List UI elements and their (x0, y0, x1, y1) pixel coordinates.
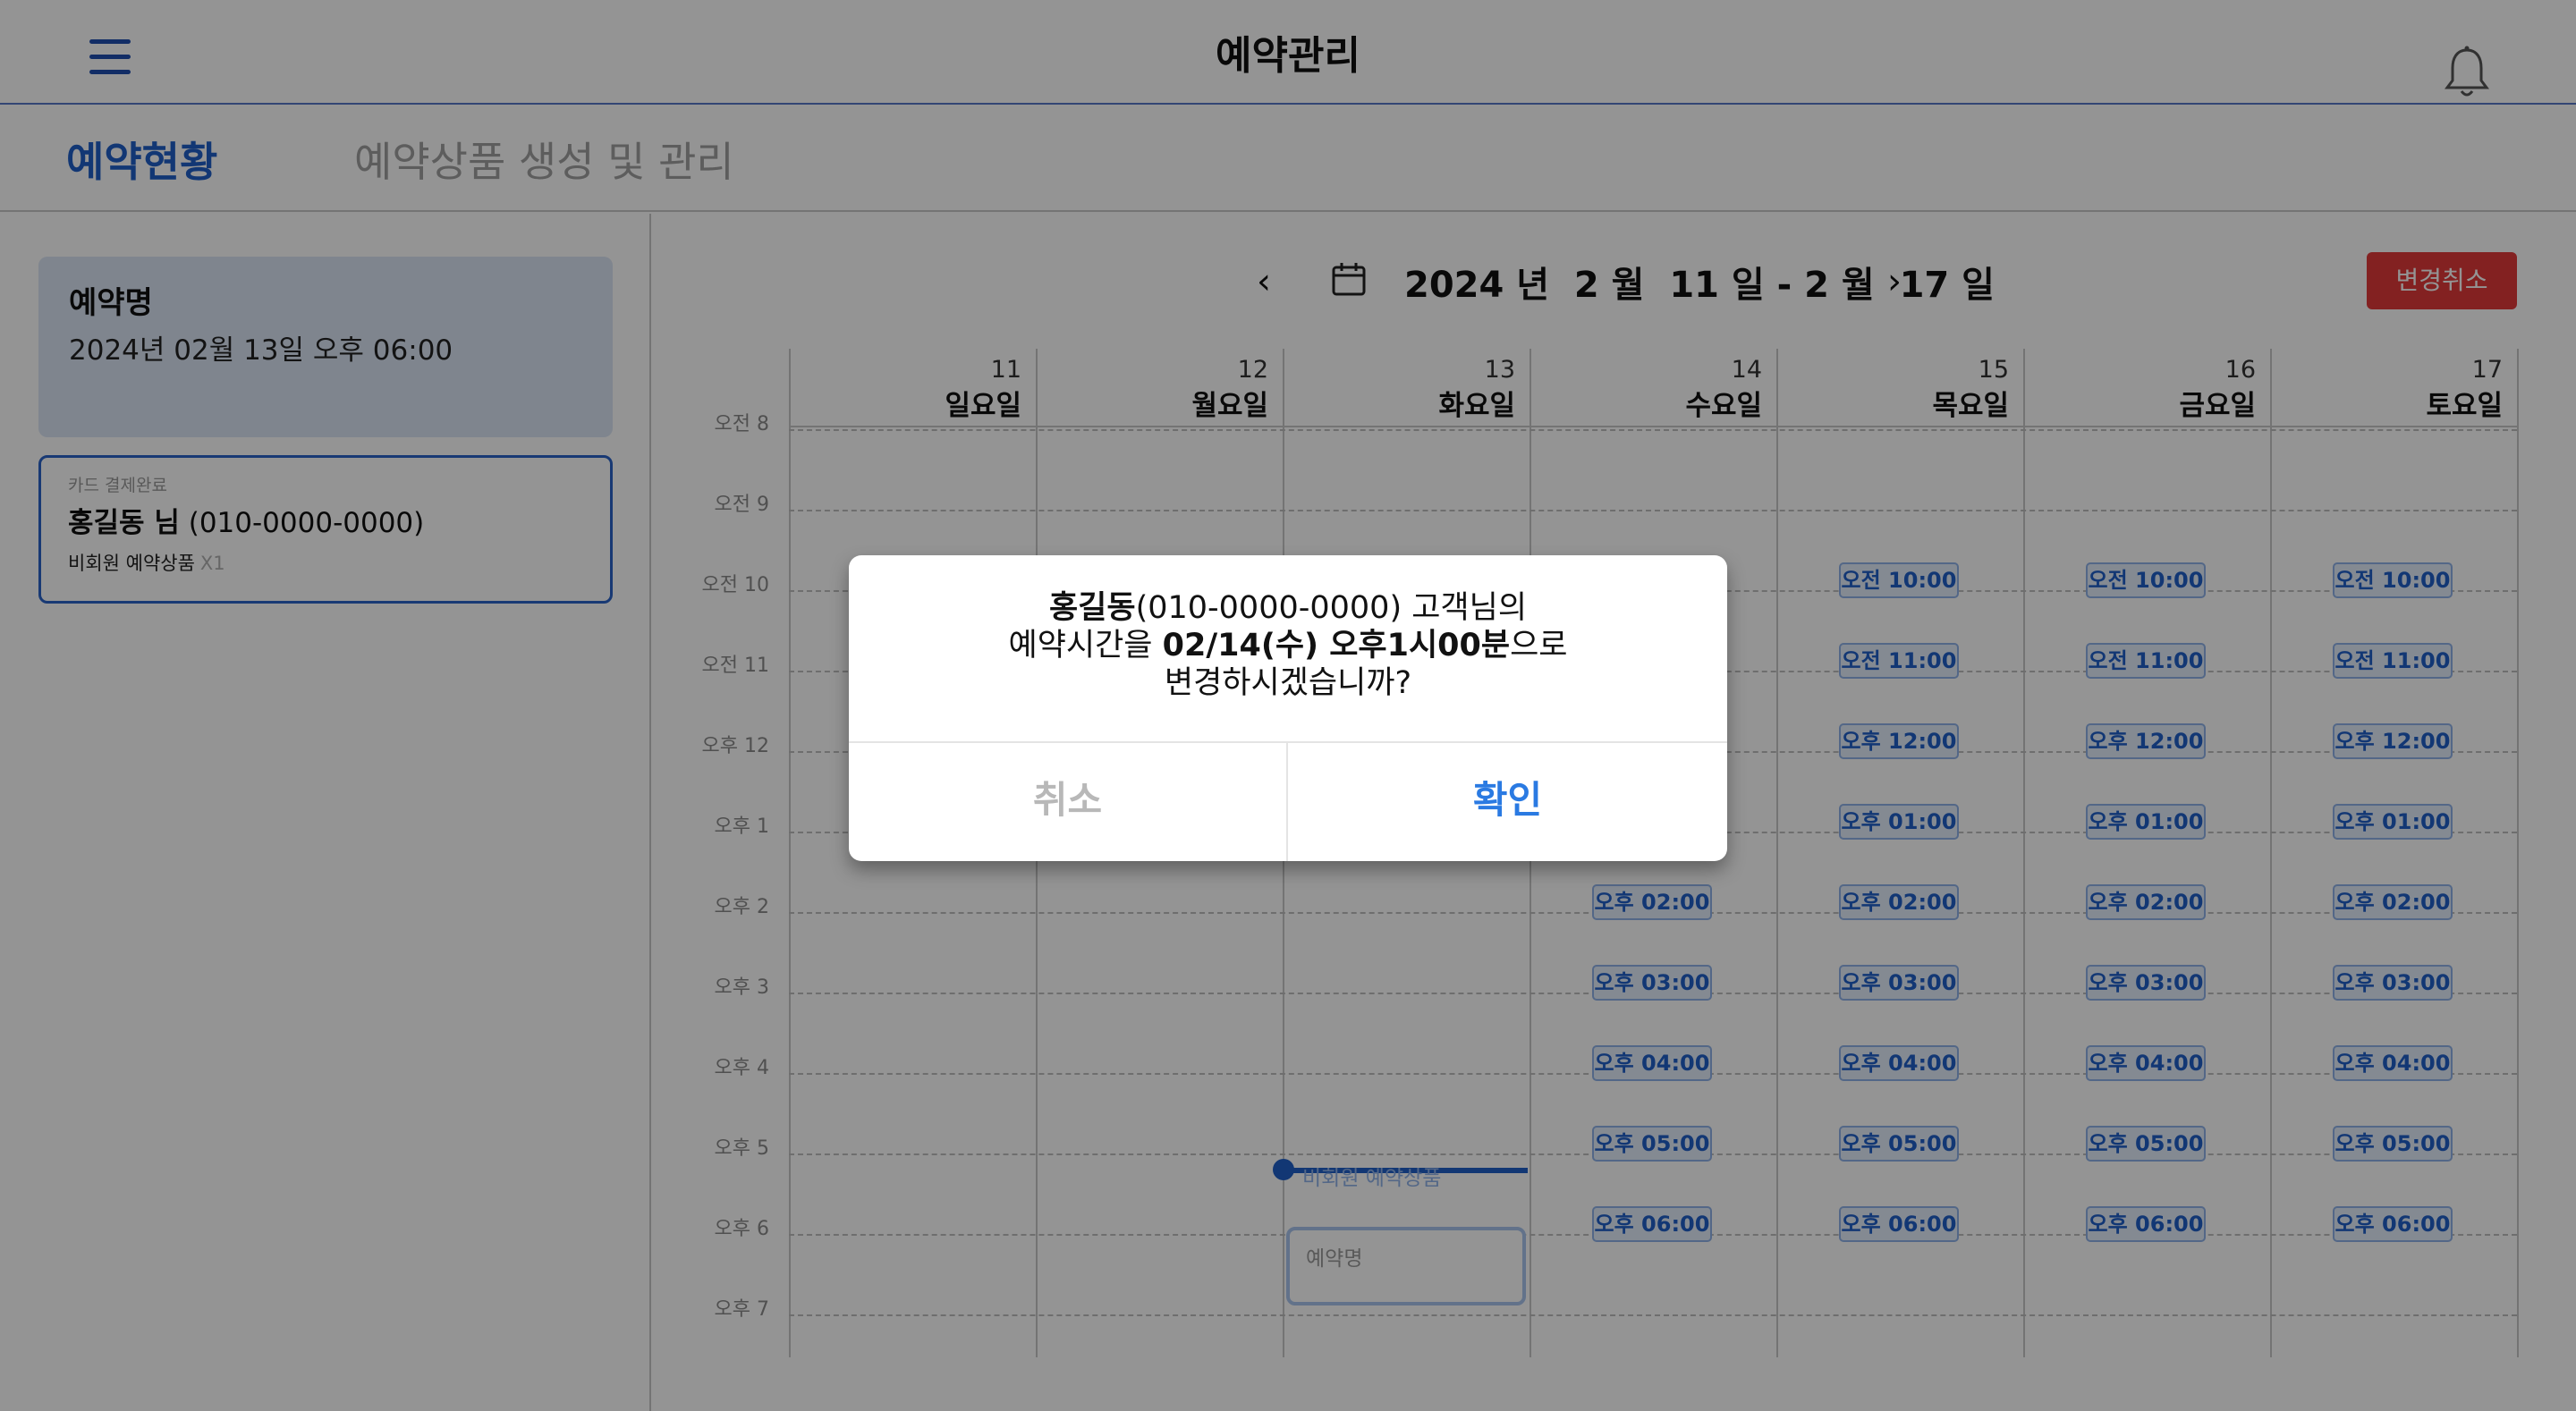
dialog-confirm-button[interactable]: 확인 (1288, 743, 1727, 861)
dialog-customer-phone: (010-0000-0000) 고객님의 (1135, 590, 1528, 626)
dialog-cancel-button[interactable]: 취소 (849, 743, 1288, 861)
dialog-customer-name: 홍길동 (1048, 590, 1136, 626)
dialog-message: 홍길동(010-0000-0000) 고객님의 예약시간을 02/14(수) 오… (849, 589, 1727, 702)
confirm-dialog: 홍길동(010-0000-0000) 고객님의 예약시간을 02/14(수) 오… (849, 555, 1727, 861)
dialog-line-3: 변경하시겠습니까? (1164, 665, 1412, 701)
dialog-line-2-suffix: 으로 (1510, 628, 1568, 663)
dialog-line-2: 예약시간을 02/14(수) 오후1시00분으로 (849, 627, 1727, 664)
dialog-line-2-prefix: 예약시간을 (1008, 628, 1163, 663)
dialog-new-time: 02/14(수) 오후1시00분 (1162, 628, 1511, 663)
dialog-line-1: 홍길동(010-0000-0000) 고객님의 (849, 589, 1727, 627)
dialog-buttons: 취소 확인 (849, 741, 1727, 861)
